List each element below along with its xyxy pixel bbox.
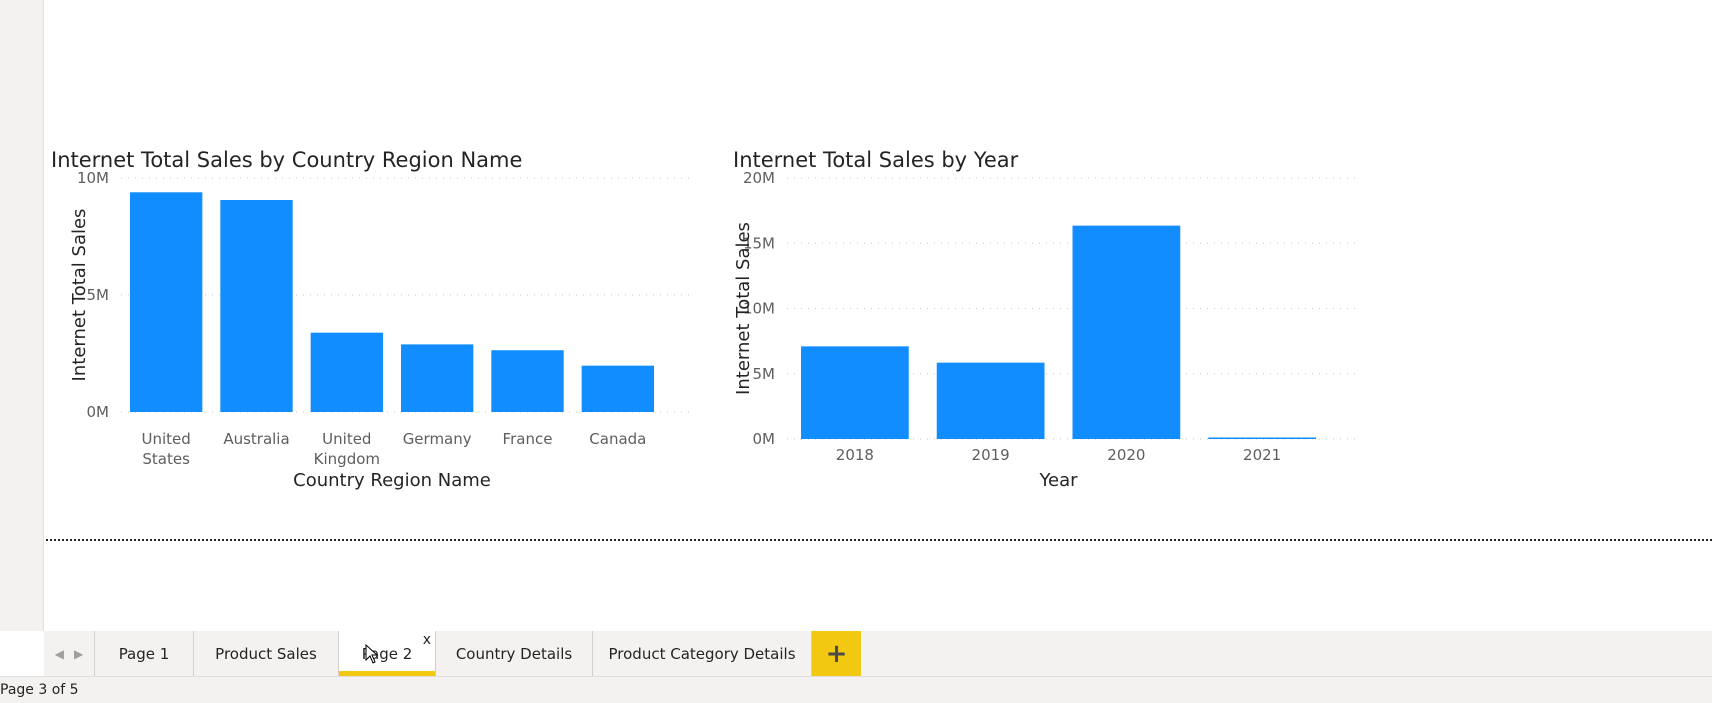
x-tick-label: United States	[142, 430, 191, 468]
left-gutter	[0, 0, 44, 631]
bar[interactable]	[801, 346, 909, 439]
report-canvas: Internet Total Sales by Country Region N…	[44, 0, 1712, 631]
tab-product-sales[interactable]: Product Sales	[193, 631, 338, 676]
x-tick-label: France	[503, 430, 553, 448]
page-indicator: Page 3 of 5	[0, 682, 79, 698]
tab-label: Product Sales	[215, 644, 317, 663]
tab-label: Page 1	[118, 644, 170, 663]
bar[interactable]	[491, 350, 564, 412]
bar[interactable]	[401, 344, 474, 412]
y-tick-label: 0M	[753, 430, 776, 448]
x-tick-label: Australia	[223, 430, 289, 448]
tab-product-category-details[interactable]: Product Category Details	[592, 631, 811, 676]
bar[interactable]	[310, 332, 383, 412]
bar[interactable]	[130, 192, 203, 412]
add-page-button[interactable]: +	[811, 631, 861, 676]
close-icon[interactable]: x	[423, 633, 431, 647]
y-tick-label: 5M	[753, 365, 776, 383]
chart-sales-by-country[interactable]: Internet Total Sales by Country Region N…	[51, 148, 731, 538]
x-tick-label: 2019	[972, 446, 1010, 464]
mouse-cursor-icon	[365, 644, 379, 664]
chevron-right-icon[interactable]: ▶	[74, 647, 83, 661]
chart-sales-by-year[interactable]: Internet Total Sales by Year 0M 5M 10M 15M 2…	[733, 148, 1453, 538]
x-tick-label: 2020	[1107, 446, 1145, 464]
bar[interactable]	[1072, 225, 1181, 439]
x-tick-label: Canada	[589, 430, 646, 448]
page-tab-bar: ◀ ▶ Page 1 Product Sales Page 2 x Countr…	[44, 631, 1712, 676]
bar[interactable]	[581, 365, 654, 412]
tab-label: Product Category Details	[608, 644, 796, 663]
x-axis-title: Country Region Name	[293, 470, 491, 491]
bar[interactable]	[220, 199, 293, 412]
y-axis-title: Internet Total Sales	[69, 209, 90, 382]
tab-page-1[interactable]: Page 1	[94, 631, 193, 676]
x-tick-label: 2018	[836, 446, 874, 464]
bar[interactable]	[1208, 437, 1316, 440]
bar-chart-country: 0M5M10MUnited StatesAustralia United Kingdo…	[69, 169, 693, 491]
status-bar: Page 3 of 5	[0, 676, 1712, 703]
y-tick-label: 0M	[87, 403, 110, 421]
bar-chart-year: 0M5M10M15M20M2018 2019 2020 2021YearInterne…	[733, 169, 1360, 491]
bar[interactable]	[936, 362, 1045, 439]
focus-border	[46, 539, 1712, 541]
y-axis-title: Internet Total Sales	[733, 222, 754, 395]
tab-nav-arrows: ◀ ▶	[44, 631, 94, 676]
tab-page-2[interactable]: Page 2 x	[338, 631, 435, 676]
tab-country-details[interactable]: Country Details	[435, 631, 592, 676]
chevron-left-icon[interactable]: ◀	[55, 647, 64, 661]
x-tick-label: United Kingdom	[314, 430, 380, 468]
y-tick-label: 20M	[743, 169, 775, 187]
plus-icon: +	[825, 638, 848, 669]
x-tick-label: 2021	[1243, 446, 1281, 464]
tab-label: Country Details	[455, 644, 573, 663]
y-tick-label: 10M	[77, 169, 109, 187]
x-axis-title: Year	[1038, 470, 1078, 491]
x-tick-label: Germany	[403, 430, 472, 448]
